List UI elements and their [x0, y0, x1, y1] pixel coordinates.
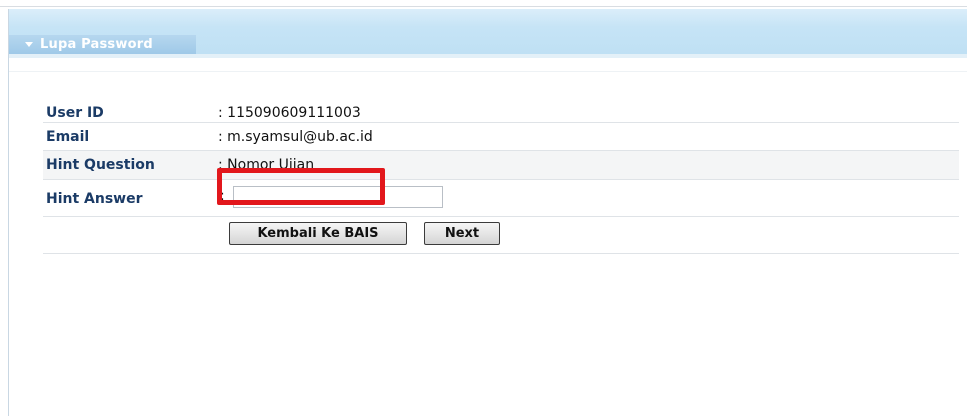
email-row: Email : m.syamsul@ub.ac.id — [43, 122, 959, 150]
password-recovery-form: User ID : 115090609111003 Email : m.syam… — [43, 96, 959, 254]
top-strip — [0, 0, 967, 7]
user-id-label: User ID — [46, 105, 104, 121]
panel-title-tab[interactable]: Lupa Password — [9, 35, 196, 54]
back-to-bais-button[interactable]: Kembali Ke BAIS — [229, 222, 407, 245]
page: Lupa Password User ID : 115090609111003 … — [0, 0, 967, 416]
email-label: Email — [46, 129, 90, 145]
actions-row: Kembali Ke BAIS Next — [43, 216, 959, 254]
header-spacer — [9, 58, 967, 72]
next-button[interactable]: Next — [424, 222, 500, 245]
hint-question-highlight-box — [217, 168, 385, 205]
hint-answer-row: Hint Answer : — [43, 179, 959, 216]
panel-title: Lupa Password — [40, 37, 153, 52]
hint-question-label: Hint Question — [46, 157, 155, 173]
panel-header: Lupa Password — [9, 9, 967, 54]
hint-answer-label: Hint Answer — [46, 191, 143, 207]
email-value: : m.syamsul@ub.ac.id — [218, 129, 373, 145]
user-id-row: User ID : 115090609111003 — [43, 96, 959, 122]
hint-question-row: Hint Question : Nomor Ujian — [43, 150, 959, 179]
collapse-arrow-icon[interactable] — [25, 42, 33, 47]
user-id-value: : 115090609111003 — [218, 105, 361, 121]
